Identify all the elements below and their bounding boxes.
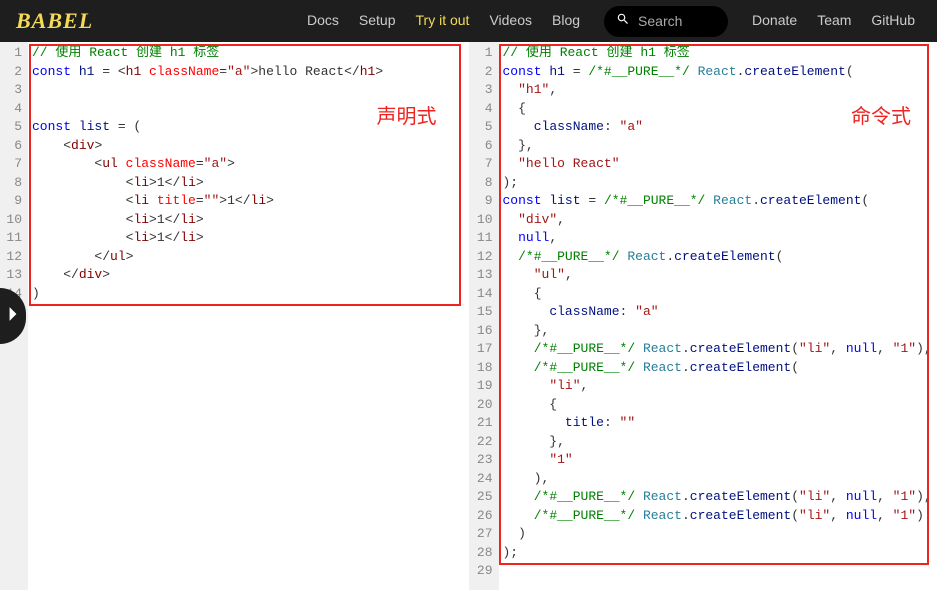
code-line: <ul className="a"> — [32, 155, 465, 174]
output-code: // 使用 React 创建 h1 标签const h1 = /*#__PURE… — [499, 42, 937, 590]
code-line: </ul> — [32, 248, 465, 267]
code-line: }, — [503, 322, 934, 341]
output-pane: 1 2 3 4 5 6 7 8 9 10 11 12 13 14 15 16 1… — [469, 42, 937, 590]
code-line: "ul", — [503, 266, 934, 285]
code-line: /*#__PURE__*/ React.createElement("li", … — [503, 340, 934, 359]
chevron-right-icon — [8, 306, 18, 327]
code-line: ); — [503, 174, 934, 193]
code-line: </div> — [32, 266, 465, 285]
code-line: }, — [503, 137, 934, 156]
code-line: "li", — [503, 377, 934, 396]
code-line: null, — [503, 229, 934, 248]
logo[interactable]: BABEL — [12, 8, 93, 34]
code-line: { — [503, 100, 934, 119]
code-line: className: "a" — [503, 118, 934, 137]
search-box[interactable] — [604, 6, 728, 37]
nav-link-donate[interactable]: Donate — [742, 12, 807, 28]
nav-link-github[interactable]: GitHub — [861, 12, 925, 28]
code-line: ); — [503, 544, 934, 563]
code-line: const h1 = <h1 className="a">hello React… — [32, 63, 465, 82]
code-line — [32, 81, 465, 100]
code-line — [32, 303, 465, 322]
code-line: const list = ( — [32, 118, 465, 137]
code-line: // 使用 React 创建 h1 标签 — [32, 44, 465, 63]
header: BABEL DocsSetupTry it outVideosBlog Dona… — [0, 0, 937, 42]
nav-link-videos[interactable]: Videos — [479, 12, 542, 28]
code-line: className: "a" — [503, 303, 934, 322]
search-icon — [616, 12, 630, 31]
code-line: /*#__PURE__*/ React.createElement( — [503, 248, 934, 267]
code-line: <div> — [32, 137, 465, 156]
code-line: "div", — [503, 211, 934, 230]
code-line: /*#__PURE__*/ React.createElement("li", … — [503, 488, 934, 507]
input-pane: 1 2 3 4 5 6 7 8 9 10 11 12 13 14 15 // 使… — [0, 42, 469, 590]
code-line: { — [503, 396, 934, 415]
nav-link-try-it-out[interactable]: Try it out — [406, 12, 480, 28]
code-line: /*#__PURE__*/ React.createElement("li", … — [503, 507, 934, 526]
code-line: "1" — [503, 451, 934, 470]
code-line: const list = /*#__PURE__*/ React.createE… — [503, 192, 934, 211]
nav-link-team[interactable]: Team — [807, 12, 861, 28]
code-line: ) — [32, 285, 465, 304]
search-input[interactable] — [638, 13, 698, 29]
content: 1 2 3 4 5 6 7 8 9 10 11 12 13 14 15 // 使… — [0, 42, 937, 590]
code-line: { — [503, 285, 934, 304]
code-line: "hello React" — [503, 155, 934, 174]
code-line: <li title="">1</li> — [32, 192, 465, 211]
code-line — [32, 100, 465, 119]
code-line: "h1", — [503, 81, 934, 100]
code-line: title: "" — [503, 414, 934, 433]
nav-link-blog[interactable]: Blog — [542, 12, 590, 28]
code-line: /*#__PURE__*/ React.createElement( — [503, 359, 934, 378]
code-line: const h1 = /*#__PURE__*/ React.createEle… — [503, 63, 934, 82]
output-gutter: 1 2 3 4 5 6 7 8 9 10 11 12 13 14 15 16 1… — [469, 42, 499, 590]
code-line: }, — [503, 433, 934, 452]
code-line: <li>1</li> — [32, 211, 465, 230]
code-line: <li>1</li> — [32, 174, 465, 193]
nav-primary: DocsSetupTry it outVideosBlog — [297, 12, 590, 30]
nav-secondary: DonateTeamGitHub — [742, 12, 925, 30]
code-line: <li>1</li> — [32, 229, 465, 248]
code-line: ) — [503, 525, 934, 544]
nav-link-setup[interactable]: Setup — [349, 12, 406, 28]
code-line — [503, 562, 934, 581]
nav-link-docs[interactable]: Docs — [297, 12, 349, 28]
code-line: ), — [503, 470, 934, 489]
code-line: // 使用 React 创建 h1 标签 — [503, 44, 934, 63]
input-code[interactable]: // 使用 React 创建 h1 标签const h1 = <h1 class… — [28, 42, 469, 590]
